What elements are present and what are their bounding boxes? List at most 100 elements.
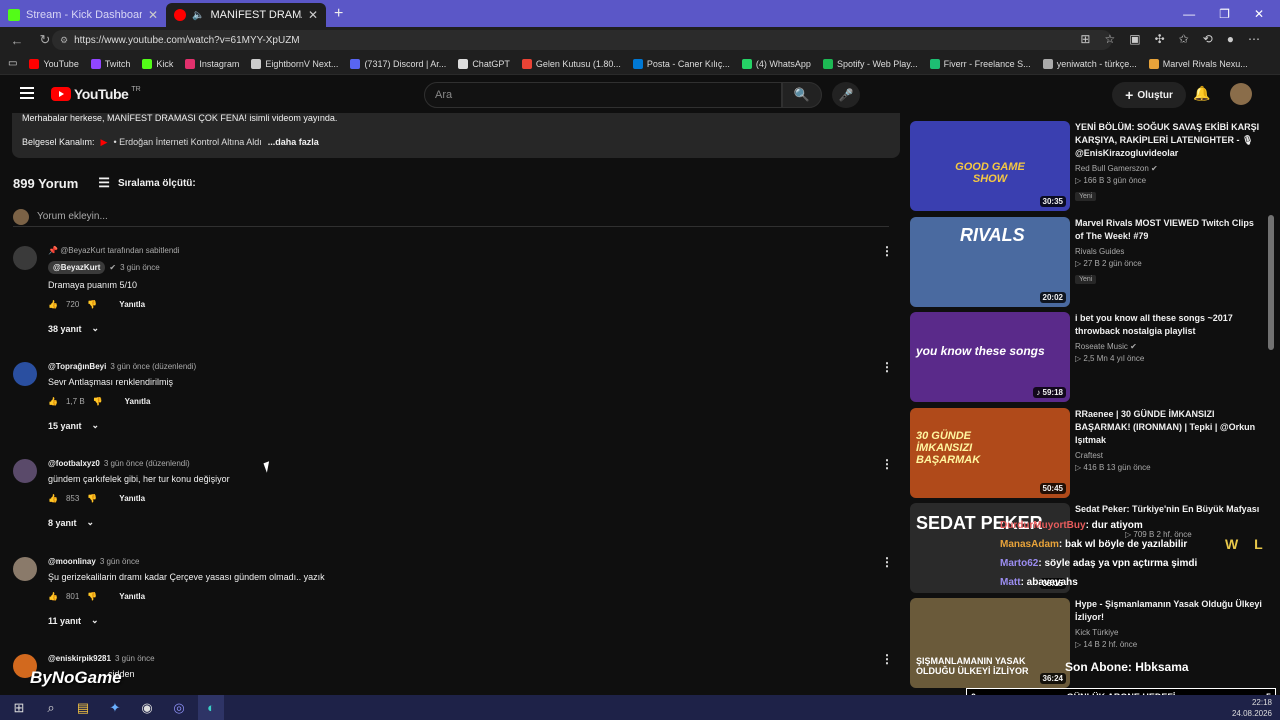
channel-link[interactable]: • Erdoğan İnterneti Kontrol Altına Aldı xyxy=(113,137,261,148)
video-title[interactable]: YENİ BÖLÜM: SOĞUK SAVAŞ EKİBİ KARŞI KARŞ… xyxy=(1075,121,1263,160)
sort-button[interactable]: ☰ Sıralama ölçütü: xyxy=(98,175,195,191)
video-thumbnail[interactable]: 30 GÜNDE İMKANSIZI BAŞARMAK 50:45 xyxy=(910,408,1070,498)
channel-name[interactable]: Roseate Music ✔ xyxy=(1075,342,1263,351)
reading-view-icon[interactable]: ▭ xyxy=(8,58,17,69)
video-thumbnail[interactable]: ŞIŞMANLAMANIN YASAK OLDUĞU ÜLKEYİ İZLİYO… xyxy=(910,598,1070,688)
search-button[interactable]: 🔍 xyxy=(782,82,822,108)
obs-icon[interactable]: ◉ xyxy=(134,695,160,720)
comment-author[interactable]: @TopraĝınBeyi xyxy=(48,362,106,371)
bookmark-item[interactable]: YouTube xyxy=(29,58,79,69)
url-field[interactable]: ⚙ https://www.youtube.com/watch?v=61MYY-… xyxy=(52,30,1112,50)
split-view-icon[interactable]: ⊞ xyxy=(1080,32,1090,46)
dislike-icon[interactable]: 👎 xyxy=(87,494,97,503)
discord-icon[interactable]: ◎ xyxy=(166,695,192,720)
menu-icon[interactable] xyxy=(20,87,34,99)
reload-icon[interactable]: ↻ xyxy=(38,32,52,48)
video-title[interactable]: Marvel Rivals MOST VIEWED Twitch Clips o… xyxy=(1075,217,1263,243)
avatar[interactable] xyxy=(13,557,37,581)
history-icon[interactable]: ⟲ xyxy=(1203,32,1213,46)
reply-button[interactable]: Yanıtla xyxy=(125,397,151,406)
video-card[interactable]: you know these songs ♪ 59:18 i bet you kn… xyxy=(910,304,1264,402)
extension-icon[interactable]: ▣ xyxy=(1129,32,1140,46)
bookmark-item[interactable]: (7317) Discord | Ar... xyxy=(350,58,446,69)
close-icon[interactable]: ✕ xyxy=(148,8,158,22)
more-actions-icon[interactable]: ⋮ xyxy=(881,360,893,374)
maximize-icon[interactable]: ❐ xyxy=(1219,7,1230,21)
youtube-logo[interactable]: YouTube TR xyxy=(51,86,141,102)
video-card[interactable]: GOOD GAME SHOW 30:35 YENİ BÖLÜM: SOĞUK SA… xyxy=(910,113,1264,211)
avatar[interactable] xyxy=(1230,83,1252,105)
bookmark-item[interactable]: Spotify - Web Play... xyxy=(822,58,918,69)
reply-button[interactable]: Yanıtla xyxy=(119,300,145,309)
like-icon[interactable]: 👍 xyxy=(48,300,58,309)
bookmark-item[interactable]: (4) WhatsApp xyxy=(741,58,811,69)
comment-time[interactable]: 3 gün önce (düzenlendi) xyxy=(104,459,190,468)
bookmark-item[interactable]: yeniwatch - türkçe... xyxy=(1042,58,1137,69)
channel-name[interactable]: Red Bull Gamerszon ✔ xyxy=(1075,164,1263,173)
video-title[interactable]: Sedat Peker: Türkiye'nin En Büyük Mafyas… xyxy=(1075,503,1263,516)
reply-button[interactable]: Yanıtla xyxy=(119,592,145,601)
back-icon[interactable]: ← xyxy=(10,33,24,48)
more-actions-icon[interactable]: ⋮ xyxy=(881,457,893,471)
video-thumbnail[interactable]: you know these songs ♪ 59:18 xyxy=(910,312,1070,402)
video-title[interactable]: RRaenee | 30 GÜNDE İMKANSIZI BAŞARMAK! (… xyxy=(1075,408,1263,447)
close-icon[interactable]: ✕ xyxy=(308,8,318,22)
channel-name[interactable]: Kick Türkiye xyxy=(1075,628,1263,637)
minimize-icon[interactable]: — xyxy=(1183,7,1195,21)
favorite-icon[interactable]: ☆ xyxy=(1104,32,1115,46)
windows-start-icon[interactable]: ⊞ xyxy=(6,695,32,720)
bookmark-item[interactable]: Instagram xyxy=(185,58,239,69)
channel-name[interactable]: Craftest xyxy=(1075,451,1263,460)
comment-time[interactable]: 3 gün önce (düzenlendi) xyxy=(110,362,196,371)
dislike-icon[interactable]: 👎 xyxy=(87,592,97,601)
comment-time[interactable]: 3 gün önce xyxy=(115,654,155,663)
video-thumbnail[interactable]: GOOD GAME SHOW 30:35 xyxy=(910,121,1070,211)
video-title[interactable]: i bet you know all these songs ~2017 thr… xyxy=(1075,312,1263,338)
more-actions-icon[interactable]: ⋮ xyxy=(881,652,893,666)
comment-author[interactable]: @moonlinay xyxy=(48,557,96,566)
more-actions-icon[interactable]: ⋮ xyxy=(881,244,893,258)
avatar[interactable] xyxy=(13,362,37,386)
bookmark-item[interactable]: Twitch xyxy=(90,58,130,69)
bookmark-item[interactable]: Fiverr - Freelance S... xyxy=(929,58,1031,69)
show-more-button[interactable]: ...daha fazla xyxy=(268,137,319,148)
replies-toggle[interactable]: 8 yanıt ⌄ xyxy=(48,517,230,528)
system-tray-clock[interactable]: 22:18 24.08.2026 xyxy=(1232,697,1272,719)
dislike-icon[interactable]: 👎 xyxy=(93,397,103,406)
reply-button[interactable]: Yanıtla xyxy=(119,494,145,503)
video-description[interactable]: Merhabalar herkese, MANİFEST DRAMASI ÇOK… xyxy=(12,113,900,158)
replies-toggle[interactable]: 11 yanıt ⌄ xyxy=(48,615,325,626)
favorites-icon[interactable]: ✩ xyxy=(1179,32,1189,46)
search-icon[interactable]: ⌕ xyxy=(38,695,64,720)
notification-bell-icon[interactable]: 🔔 xyxy=(1193,85,1210,102)
more-actions-icon[interactable]: ⋮ xyxy=(881,555,893,569)
close-window-icon[interactable]: ✕ xyxy=(1254,7,1264,21)
like-icon[interactable]: 👍 xyxy=(48,397,58,406)
video-title[interactable]: Hype - Şişmanlamanın Yasak Olduğu Ülkeyi… xyxy=(1075,598,1263,624)
search-input[interactable]: Ara xyxy=(424,82,782,108)
avatar[interactable] xyxy=(13,459,37,483)
tab-kick-dashboard[interactable]: Stream - Kick Dashboard ✕ xyxy=(0,3,166,27)
more-icon[interactable]: ⋯ xyxy=(1248,32,1260,46)
voice-search-button[interactable]: 🎤 xyxy=(832,82,860,108)
add-comment-field[interactable]: Yorum ekleyin... xyxy=(13,207,889,227)
bookmark-item[interactable]: EightbornV Next... xyxy=(251,58,338,69)
comment-time[interactable]: 3 gün önce xyxy=(120,263,160,272)
comment-author[interactable]: @eniskirpik9281 xyxy=(48,654,111,663)
site-info-icon[interactable]: ⚙ xyxy=(60,35,68,46)
bookmark-item[interactable]: Gelen Kutusu (1.80... xyxy=(521,58,621,69)
bookmark-item[interactable]: Marvel Rivals Nexu... xyxy=(1148,58,1248,69)
video-thumbnail[interactable]: RIVALS 20:02 xyxy=(910,217,1070,307)
profile-icon[interactable]: ● xyxy=(1227,32,1234,46)
bookmark-item[interactable]: Kick xyxy=(142,58,173,69)
channel-name[interactable]: Rivals Guides xyxy=(1075,247,1263,256)
new-tab-button[interactable]: + xyxy=(334,5,343,23)
bookmark-item[interactable]: Posta - Caner Kılıç... xyxy=(632,58,730,69)
app-icon[interactable]: ✦ xyxy=(102,695,128,720)
puzzle-icon[interactable]: ✣ xyxy=(1155,32,1165,46)
create-button[interactable]: + Oluştur xyxy=(1112,82,1186,108)
comment-time[interactable]: 3 gün önce xyxy=(100,557,140,566)
comment-author[interactable]: @BeyazKurt xyxy=(48,261,106,274)
comment-author[interactable]: @footbalxyz0 xyxy=(48,459,100,468)
file-explorer-icon[interactable]: ▤ xyxy=(70,695,96,720)
